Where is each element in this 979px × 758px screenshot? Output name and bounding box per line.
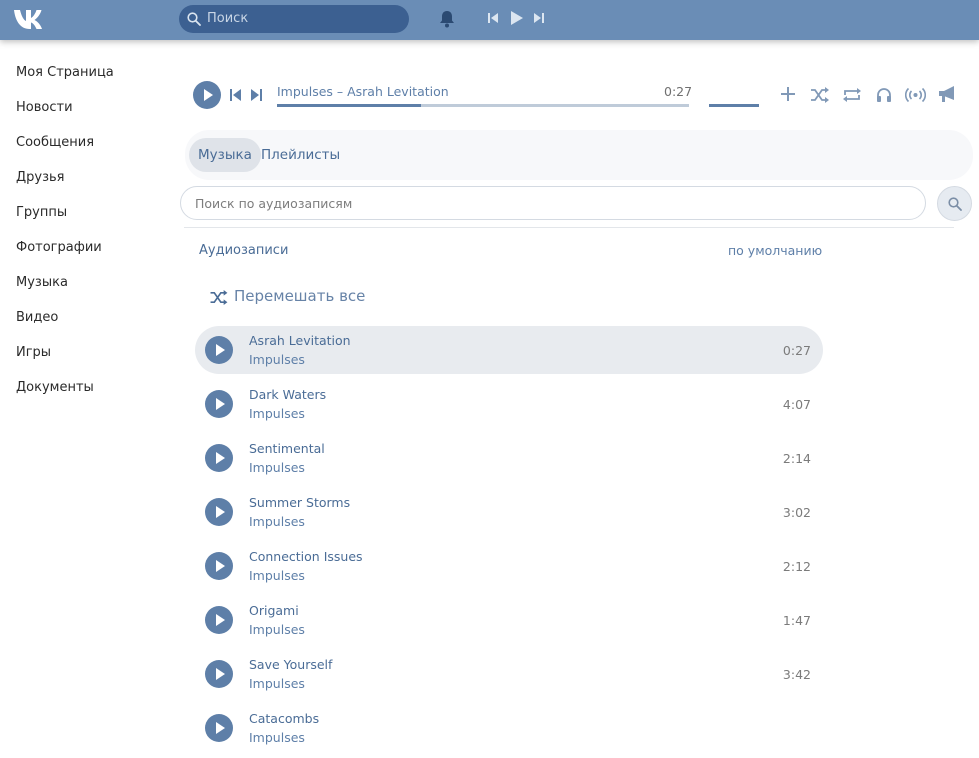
track-play-button[interactable]: [205, 714, 233, 742]
player-next-icon[interactable]: [251, 89, 262, 101]
track-duration: 0:27: [782, 343, 811, 358]
track-artist[interactable]: Impulses: [249, 352, 305, 367]
audio-search-field[interactable]: [180, 186, 926, 220]
headphones-icon[interactable]: [876, 87, 892, 103]
track-row[interactable]: Catacombs Impulses: [195, 704, 823, 752]
sidebar-item-music[interactable]: Музыка: [16, 274, 166, 309]
track-duration: 1:47: [782, 613, 811, 628]
track-play-button[interactable]: [205, 444, 233, 472]
music-tabs: Музыка Плейлисты: [185, 130, 973, 180]
track-artist[interactable]: Impulses: [249, 406, 305, 421]
track-artist[interactable]: Impulses: [249, 514, 305, 529]
track-duration: 2:12: [782, 559, 811, 574]
sidebar-item-friends[interactable]: Друзья: [16, 169, 166, 204]
shuffle-all-label: Перемешать все: [234, 287, 366, 305]
track-play-button[interactable]: [205, 552, 233, 580]
top-bar: Поиск: [0, 0, 979, 40]
track-row[interactable]: Origami Impulses 1:47: [195, 596, 823, 644]
sidebar-item-games[interactable]: Игры: [16, 344, 166, 379]
sort-dropdown[interactable]: по умолчанию: [728, 243, 822, 258]
track-artist[interactable]: Impulses: [249, 460, 305, 475]
audio-search-button[interactable]: [937, 186, 972, 221]
now-playing-time: 0:27: [664, 84, 693, 99]
track-row[interactable]: Dark Waters Impulses 4:07: [195, 380, 823, 428]
track-title: Connection Issues: [249, 549, 363, 564]
now-playing-title: Impulses – Asrah Levitation: [277, 84, 449, 99]
audio-player: Impulses – Asrah Levitation 0:27: [193, 81, 973, 111]
track-duration: 3:02: [782, 505, 811, 520]
sidebar-item-my-page[interactable]: Моя Страница: [16, 64, 166, 99]
track-title: Catacombs: [249, 711, 320, 726]
track-play-button[interactable]: [205, 336, 233, 364]
shuffle-icon[interactable]: [810, 87, 829, 103]
volume-slider[interactable]: [709, 104, 759, 107]
shuffle-icon: [210, 290, 228, 305]
sidebar: Моя Страница Новости Сообщения Друзья Гр…: [16, 64, 166, 414]
list-heading: Аудиозаписи: [199, 243, 289, 258]
tab-playlists[interactable]: Плейлисты: [252, 138, 349, 172]
track-title: Summer Storms: [249, 495, 351, 510]
vk-logo-icon[interactable]: [13, 6, 49, 32]
track-artist[interactable]: Impulses: [249, 676, 305, 691]
track-list: Asrah Levitation Impulses 0:27 Dark Wate…: [195, 326, 823, 758]
track-play-button[interactable]: [205, 660, 233, 688]
add-icon[interactable]: [780, 86, 796, 102]
track-row[interactable]: Save Yourself Impulses 3:42: [195, 650, 823, 698]
track-title: Asrah Levitation: [249, 333, 351, 348]
track-duration: 3:42: [782, 667, 811, 682]
track-duration: 4:07: [782, 397, 811, 412]
track-artist[interactable]: Impulses: [249, 568, 305, 583]
search-icon: [948, 197, 962, 211]
track-artist[interactable]: Impulses: [249, 622, 305, 637]
playback-progress-fill: [277, 104, 422, 107]
repeat-icon[interactable]: [842, 87, 862, 103]
bell-icon[interactable]: [439, 10, 455, 28]
playback-progress-bar[interactable]: [277, 104, 689, 107]
broadcast-icon[interactable]: [905, 87, 926, 103]
track-row[interactable]: Connection Issues Impulses 2:12: [195, 542, 823, 590]
sidebar-item-photos[interactable]: Фотографии: [16, 239, 166, 274]
track-play-button[interactable]: [205, 606, 233, 634]
search-placeholder: Поиск: [207, 11, 249, 26]
track-duration: 2:14: [782, 451, 811, 466]
track-title: Sentimental: [249, 441, 325, 456]
track-row[interactable]: Sentimental Impulses 2:14: [195, 434, 823, 482]
track-title: Save Yourself: [249, 657, 333, 672]
sidebar-item-groups[interactable]: Группы: [16, 204, 166, 239]
player-play-button[interactable]: [193, 81, 221, 109]
volume-fill: [709, 104, 759, 107]
divider: [184, 227, 954, 228]
next-track-icon[interactable]: [533, 11, 545, 25]
megaphone-icon[interactable]: [938, 86, 956, 103]
track-artist[interactable]: Impulses: [249, 730, 305, 745]
track-row[interactable]: Asrah Levitation Impulses 0:27: [195, 326, 823, 374]
previous-track-icon[interactable]: [487, 11, 499, 25]
search-input[interactable]: Поиск: [179, 5, 409, 33]
sidebar-item-video[interactable]: Видео: [16, 309, 166, 344]
sidebar-item-documents[interactable]: Документы: [16, 379, 166, 414]
track-row[interactable]: Summer Storms Impulses 3:02: [195, 488, 823, 536]
play-icon[interactable]: [510, 10, 524, 26]
tab-music[interactable]: Музыка: [189, 138, 261, 172]
sidebar-item-messages[interactable]: Сообщения: [16, 134, 166, 169]
sidebar-item-news[interactable]: Новости: [16, 99, 166, 134]
audio-search-input[interactable]: [193, 195, 897, 212]
search-icon: [187, 12, 201, 26]
track-play-button[interactable]: [205, 390, 233, 418]
track-title: Dark Waters: [249, 387, 327, 402]
track-play-button[interactable]: [205, 498, 233, 526]
track-title: Origami: [249, 603, 299, 618]
player-previous-icon[interactable]: [230, 89, 241, 101]
